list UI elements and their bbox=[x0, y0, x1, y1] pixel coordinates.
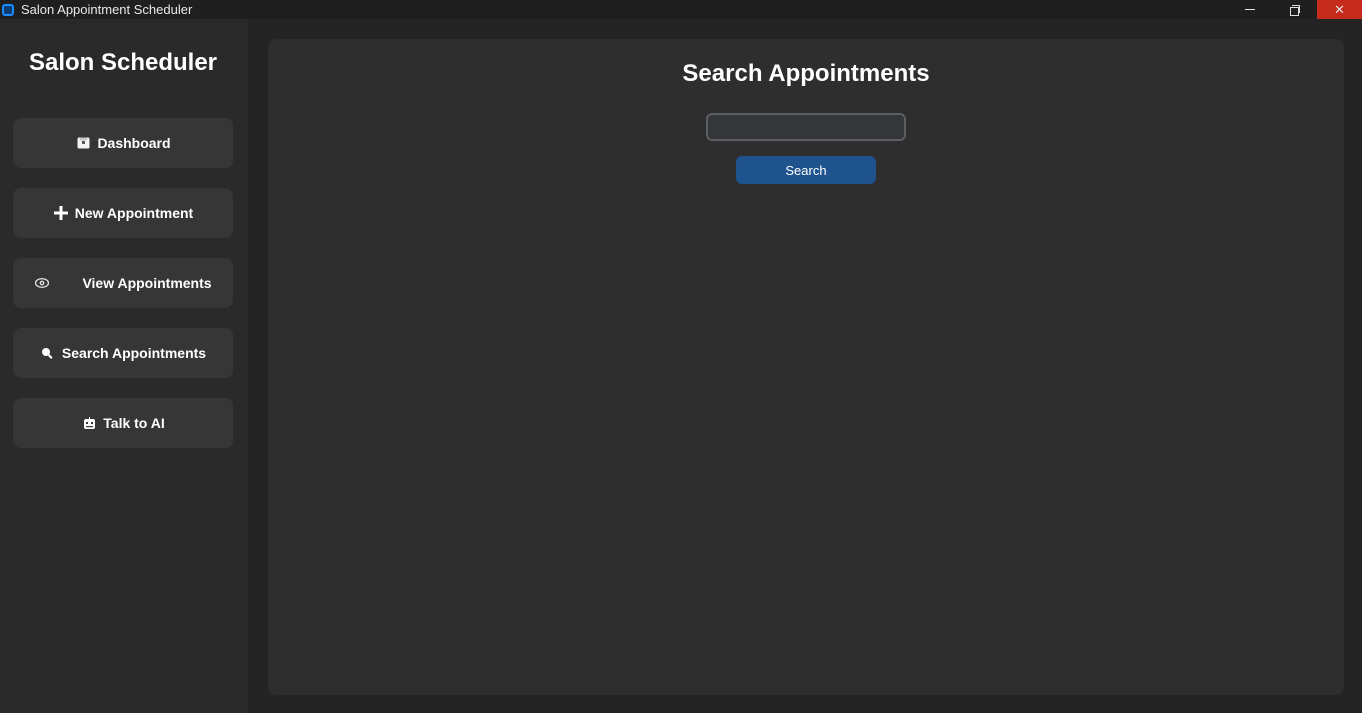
sidebar-item-dashboard[interactable]: Dashboard bbox=[13, 118, 233, 168]
plus-icon bbox=[53, 205, 69, 221]
sidebar-item-label: Search Appointments bbox=[61, 345, 207, 361]
sidebar-item-label: Talk to AI bbox=[103, 415, 165, 431]
window-controls: ✕ bbox=[1227, 0, 1362, 19]
close-button[interactable]: ✕ bbox=[1317, 0, 1362, 19]
sidebar-item-search-appointments[interactable]: Search Appointments bbox=[13, 328, 233, 378]
sidebar-item-talk-to-ai[interactable]: Talk to AI bbox=[13, 398, 233, 448]
search-icon bbox=[40, 345, 56, 361]
brand-title: Salon Scheduler bbox=[28, 49, 218, 76]
sidebar-item-new-appointment[interactable]: New Appointment bbox=[13, 188, 233, 238]
title-bar: Salon Appointment Scheduler ✕ bbox=[0, 0, 1362, 19]
search-input[interactable] bbox=[706, 113, 906, 141]
dashboard-icon bbox=[75, 135, 91, 151]
restore-icon bbox=[1289, 4, 1300, 16]
close-icon: ✕ bbox=[1334, 2, 1345, 17]
search-button[interactable]: Search bbox=[736, 156, 876, 184]
page-title: Search Appointments bbox=[682, 60, 930, 87]
sidebar-item-label: New Appointment bbox=[74, 205, 194, 221]
window-title: Salon Appointment Scheduler bbox=[21, 2, 193, 17]
sidebar-item-view-appointments[interactable]: View Appointments bbox=[13, 258, 233, 308]
minimize-icon bbox=[1244, 9, 1255, 10]
eye-icon bbox=[34, 275, 50, 291]
robot-icon bbox=[81, 415, 97, 431]
sidebar: Salon Scheduler Dashboard New Appointmen… bbox=[0, 19, 248, 713]
sidebar-item-label: View Appointments bbox=[82, 275, 212, 291]
restore-button[interactable] bbox=[1272, 0, 1317, 19]
main-panel: Search Appointments Search bbox=[268, 39, 1344, 695]
minimize-button[interactable] bbox=[1227, 0, 1272, 19]
app-icon bbox=[2, 3, 14, 16]
sidebar-item-label: Dashboard bbox=[97, 135, 171, 151]
